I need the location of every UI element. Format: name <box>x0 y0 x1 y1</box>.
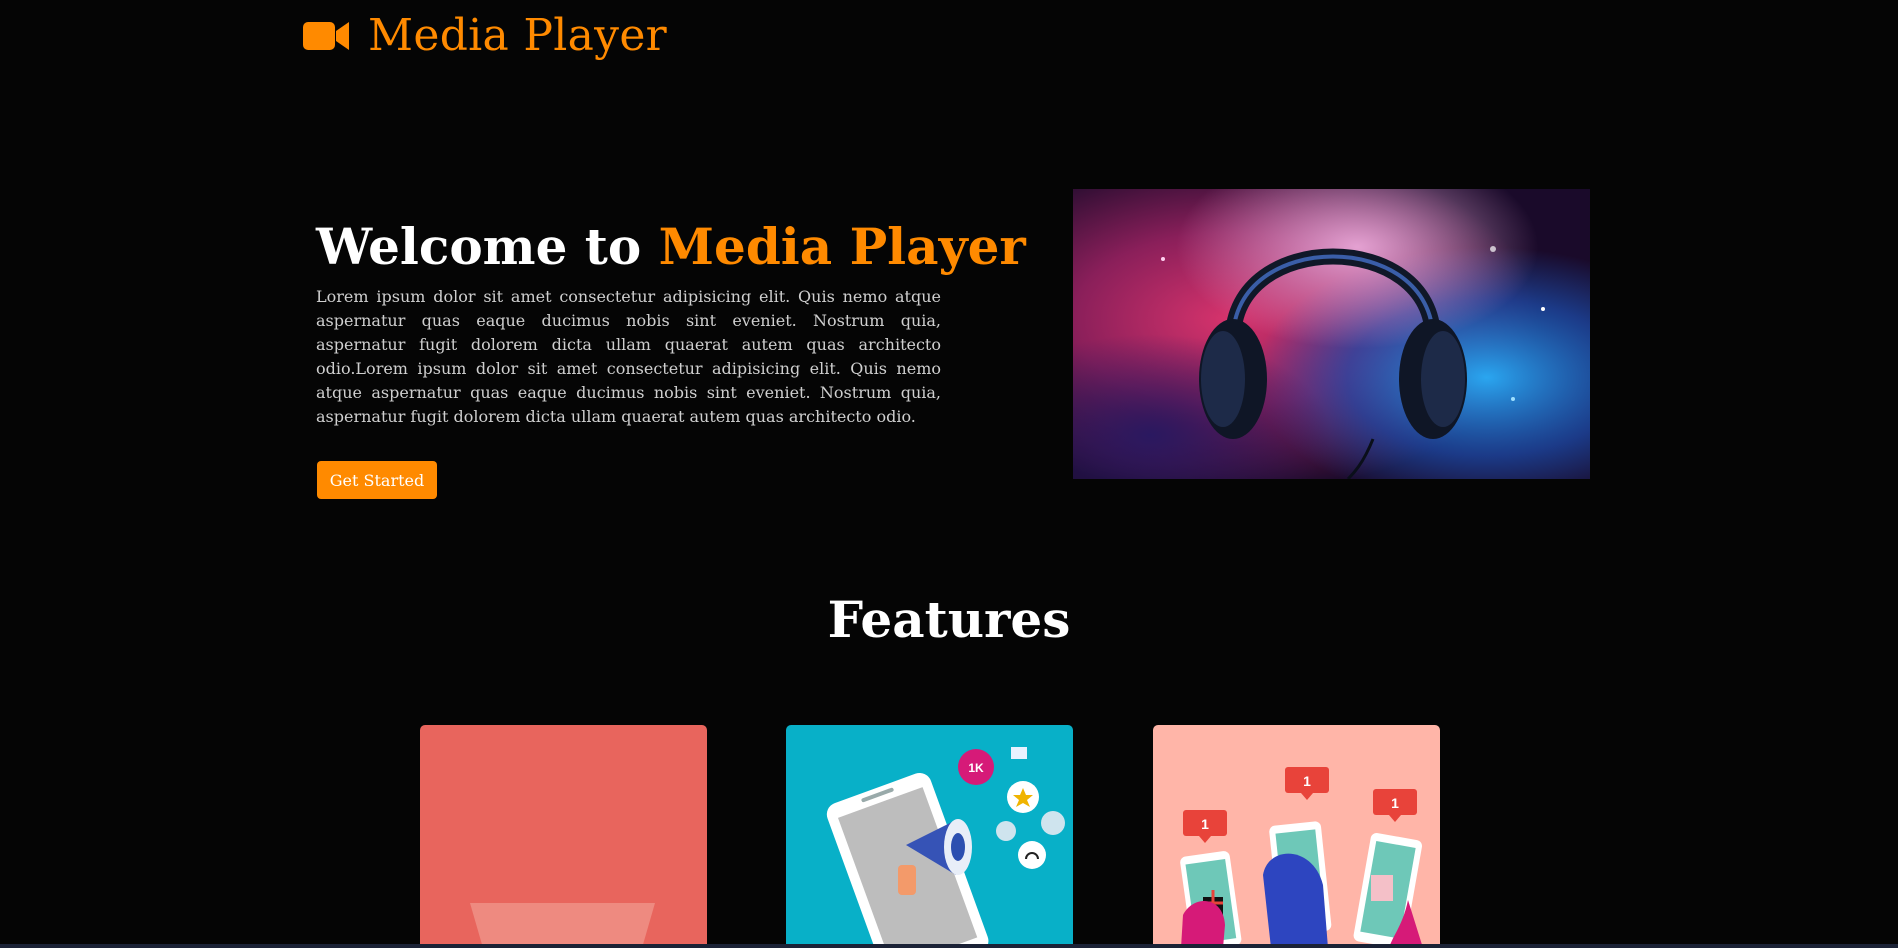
hero-title-accent: Media Player <box>658 217 1026 276</box>
video-camera-icon <box>303 20 350 52</box>
like-badge-left: 1 <box>1183 810 1227 843</box>
brand-name: Media Player <box>368 10 667 61</box>
features-title: Features <box>827 590 1071 649</box>
like-badge-right: 1 <box>1373 789 1417 822</box>
like-badge-center: 1 <box>1285 767 1329 800</box>
video-player-icon <box>470 903 655 948</box>
badge-1k-label: 1K <box>968 761 984 775</box>
hero-description: Lorem ipsum dolor sit amet consectetur a… <box>316 287 941 426</box>
like-count-right: 1 <box>1391 795 1399 811</box>
headphones-icon <box>1073 189 1590 479</box>
bottom-border <box>0 944 1898 948</box>
social-likes-icon: 1 1 1 <box>1180 767 1423 948</box>
get-started-button[interactable]: Get Started <box>317 461 437 499</box>
feature-card-video[interactable] <box>420 725 707 948</box>
hero-title: Welcome to Media Player <box>316 218 1026 276</box>
feature-card-social[interactable]: 1 1 1 <box>1153 725 1440 948</box>
brand[interactable]: Media Player <box>303 10 667 61</box>
megaphone-phone-icon: 1K <box>826 747 1065 948</box>
headphones-image <box>1073 189 1590 479</box>
like-count-center: 1 <box>1303 773 1311 789</box>
hero-title-prefix: Welcome to <box>316 217 659 276</box>
feature-card-promotion[interactable]: 1K <box>786 725 1073 948</box>
like-count-left: 1 <box>1201 816 1209 832</box>
badge-1k: 1K <box>958 749 994 785</box>
